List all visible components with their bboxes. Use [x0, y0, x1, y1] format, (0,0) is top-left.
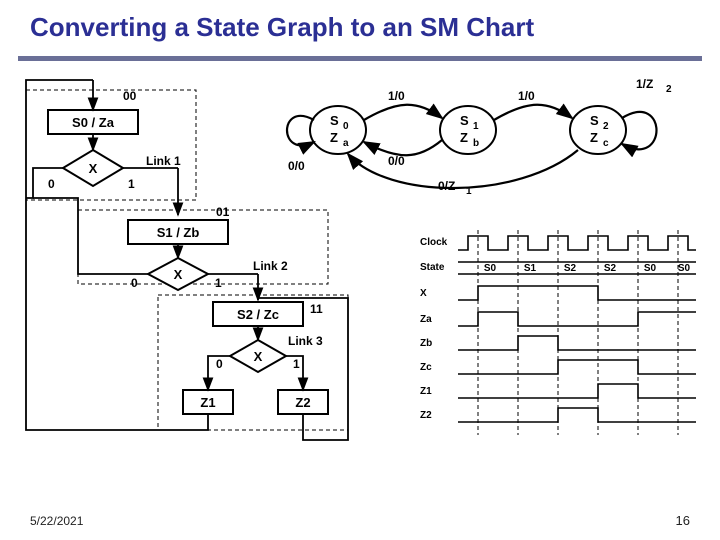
sm-s2-code: 11 [310, 302, 323, 316]
timing-z2-label: Z2 [420, 410, 432, 421]
sm-dec1: X [89, 161, 98, 176]
timing-zb-label: Zb [420, 338, 432, 349]
svg-text:c: c [603, 138, 609, 149]
svg-text:S1: S1 [524, 263, 537, 274]
svg-text:1: 1 [466, 186, 472, 197]
sm-b0b: 0 [131, 276, 138, 290]
sm-b0a: 0 [48, 177, 55, 191]
sm-s0-code: 00 [123, 89, 137, 103]
title-divider [18, 56, 702, 61]
sm-s1-label: S1 / Zb [157, 225, 200, 240]
svg-text:1/Z: 1/Z [636, 77, 653, 91]
svg-text:a: a [343, 138, 349, 149]
edge-01: 0/0 [388, 154, 405, 168]
svg-text:2: 2 [666, 84, 672, 95]
sm-link3: Link 3 [288, 334, 323, 348]
edge-12: 1/0 [518, 89, 535, 103]
sm-z1: Z1 [200, 395, 215, 410]
svg-text:S: S [330, 113, 339, 128]
svg-text:2: 2 [603, 121, 609, 132]
page-title: Converting a State Graph to an SM Chart [30, 12, 534, 43]
timing-za-label: Za [420, 314, 432, 325]
svg-text:S: S [590, 113, 599, 128]
footer-date: 5/22/2021 [30, 514, 83, 528]
svg-text:Z: Z [590, 130, 598, 145]
svg-text:Z: Z [460, 130, 468, 145]
sm-chart: S0 / Za 00 X Link 1 0 1 [26, 80, 348, 440]
sm-b1c: 1 [293, 357, 300, 371]
timing-state-label: State [420, 262, 445, 273]
sm-dec2: X [174, 267, 183, 282]
svg-text:S0: S0 [484, 263, 497, 274]
sm-s0-label: S0 / Za [72, 115, 115, 130]
timing-clock-label: Clock [420, 237, 448, 248]
sm-link1: Link 1 [146, 154, 181, 168]
svg-text:S2: S2 [564, 263, 577, 274]
svg-text:S0: S0 [644, 263, 657, 274]
timing-z1-label: Z1 [420, 386, 432, 397]
sm-b1a: 1 [128, 177, 135, 191]
timing-zc-label: Zc [420, 362, 432, 373]
svg-text:S: S [460, 113, 469, 128]
footer-page: 16 [676, 513, 690, 528]
sm-dec3: X [254, 349, 263, 364]
sm-s2-label: S2 / Zc [237, 307, 279, 322]
timing-x-label: X [420, 288, 427, 299]
sm-link2: Link 2 [253, 259, 288, 273]
diagram-area: S0 / Za 00 X Link 1 0 1 [18, 70, 702, 470]
svg-text:S0: S0 [678, 263, 691, 274]
sm-z2: Z2 [295, 395, 310, 410]
svg-text:0/Z: 0/Z [438, 179, 455, 193]
sm-b0c: 0 [216, 357, 223, 371]
svg-text:1: 1 [473, 121, 479, 132]
svg-text:0: 0 [343, 121, 349, 132]
edge-self0: 0/0 [288, 159, 305, 173]
sm-b1b: 1 [215, 276, 222, 290]
svg-text:Z: Z [330, 130, 338, 145]
sm-s1-code: 01 [216, 205, 230, 219]
edge-00: 1/0 [388, 89, 405, 103]
svg-text:b: b [473, 138, 479, 149]
svg-text:S2: S2 [604, 263, 617, 274]
state-graph: S 0 Z a 0/0 S 1 Z b S 2 Z c [287, 77, 672, 197]
timing-diagram: Clock State S0 S1 S2 S2 S0 S0 X Za [418, 230, 698, 440]
